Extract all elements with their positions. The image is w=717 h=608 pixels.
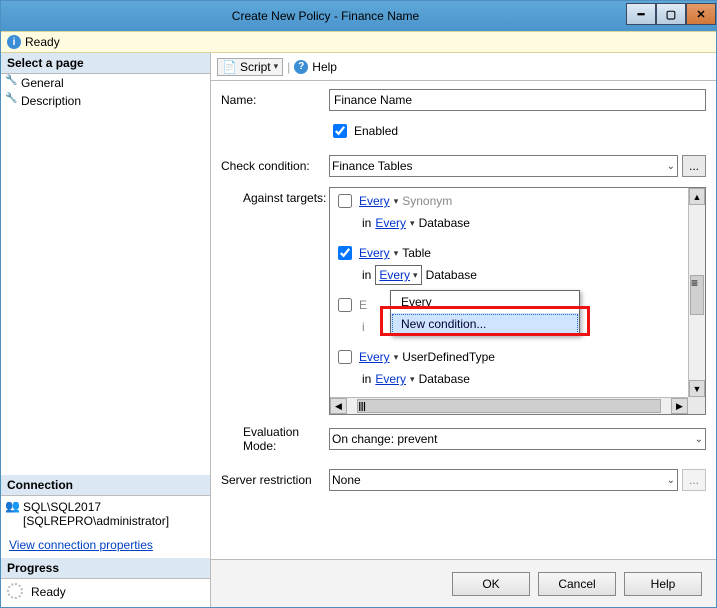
check-condition-browse-button[interactable]: ... xyxy=(682,155,706,177)
toolbar: 📄 Script ▾ | ? Help xyxy=(211,53,716,81)
target-database-text: Database xyxy=(419,372,470,386)
target-every-combo[interactable]: Every ▾ xyxy=(375,265,421,285)
chevron-down-icon: ⌄ xyxy=(667,475,675,486)
chevron-down-icon: ▾ xyxy=(274,61,279,72)
scroll-up-icon[interactable]: ▲ xyxy=(689,188,705,205)
enabled-label: Enabled xyxy=(354,124,398,138)
target-every-link[interactable]: Every xyxy=(375,372,406,386)
window-title: Create New Policy - Finance Name xyxy=(25,9,626,23)
connection-server: SQL\SQL2017 xyxy=(23,500,204,514)
chevron-down-icon: ▾ xyxy=(394,352,399,363)
targets-box: Every ▾ Synonym in Every ▾ Database xyxy=(329,187,706,415)
connection-user: [SQLREPRO\administrator] xyxy=(23,514,204,528)
target-hidden-checkbox[interactable] xyxy=(338,298,352,312)
name-label: Name: xyxy=(221,93,329,107)
chevron-down-icon: ▾ xyxy=(410,374,415,385)
evaluation-mode-value: On change: prevent xyxy=(332,432,437,446)
chevron-down-icon: ⌄ xyxy=(667,161,675,172)
targets-hscroll[interactable]: ◀ Ⅲ ▶ xyxy=(330,397,688,414)
cancel-button[interactable]: Cancel xyxy=(538,572,616,596)
server-restriction-select[interactable]: None ⌄ xyxy=(329,469,678,491)
vscroll-thumb[interactable]: ≡ xyxy=(690,275,704,315)
every-dropdown[interactable]: Every New condition... xyxy=(390,290,580,336)
connection-header: Connection xyxy=(1,475,210,496)
help-label[interactable]: Help xyxy=(312,60,337,74)
help-button[interactable]: Help xyxy=(624,572,702,596)
info-icon: i xyxy=(7,35,21,49)
server-restriction-browse-button: ... xyxy=(682,469,706,491)
enabled-checkbox[interactable] xyxy=(333,124,347,138)
connection-info: SQL\SQL2017 [SQLREPRO\administrator] xyxy=(1,496,210,532)
dropdown-opt-every[interactable]: Every xyxy=(391,291,579,313)
server-restriction-value: None xyxy=(332,473,361,487)
targets-vscroll[interactable]: ▲ ≡ ▼ xyxy=(688,188,705,397)
name-input[interactable] xyxy=(329,89,706,111)
minimize-button[interactable]: ━ xyxy=(626,3,656,25)
sidebar: Select a page General Description Connec… xyxy=(1,53,211,607)
target-udt-text: UserDefinedType xyxy=(402,350,495,364)
chevron-down-icon: ⌄ xyxy=(695,434,703,445)
progress-row: Ready xyxy=(1,579,210,607)
script-button[interactable]: 📄 Script ▾ xyxy=(217,58,283,76)
view-connection-link[interactable]: View connection properties xyxy=(1,532,210,558)
target-every-link[interactable]: Every xyxy=(359,194,390,208)
select-page-header: Select a page xyxy=(1,53,210,74)
target-every-link[interactable]: Every xyxy=(359,246,390,260)
check-condition-label: Check condition: xyxy=(221,159,329,173)
scroll-right-icon[interactable]: ▶ xyxy=(671,398,688,414)
target-database-text: Database xyxy=(419,216,470,230)
server-restriction-label: Server restriction xyxy=(221,473,329,487)
against-targets-label: Against targets: xyxy=(221,187,329,205)
close-button[interactable]: ✕ xyxy=(686,3,716,25)
dialog-footer: OK Cancel Help xyxy=(211,559,716,607)
in-text: in xyxy=(362,216,371,230)
target-table-checkbox[interactable] xyxy=(338,246,352,260)
target-synonym-checkbox[interactable] xyxy=(338,194,352,208)
sidebar-item-description[interactable]: Description xyxy=(1,92,210,110)
chevron-down-icon: ▾ xyxy=(413,270,418,281)
evaluation-mode-label: Evaluation Mode: xyxy=(221,425,329,453)
title-bar: Create New Policy - Finance Name ━ ▢ ✕ xyxy=(1,1,716,31)
chevron-down-icon: ▾ xyxy=(394,196,399,207)
ready-bar: i Ready xyxy=(1,31,716,53)
in-text: in xyxy=(362,372,371,386)
target-database-text: Database xyxy=(426,268,477,282)
chevron-down-icon: ▾ xyxy=(394,248,399,259)
target-every-link[interactable]: Every xyxy=(359,350,390,364)
target-synonym-text: Synonym xyxy=(402,194,452,208)
ready-text: Ready xyxy=(25,35,60,49)
in-text: in xyxy=(362,268,371,282)
target-table-text: Table xyxy=(402,246,431,260)
progress-header: Progress xyxy=(1,558,210,579)
progress-text: Ready xyxy=(31,585,66,599)
help-icon: ? xyxy=(294,60,308,74)
hscroll-thumb[interactable]: Ⅲ xyxy=(357,399,661,413)
ok-button[interactable]: OK xyxy=(452,572,530,596)
script-icon: 📄 xyxy=(222,60,237,74)
check-condition-select[interactable]: Finance Tables ⌄ xyxy=(329,155,678,177)
script-label: Script xyxy=(240,60,271,74)
target-every-link[interactable]: Every xyxy=(375,216,406,230)
sidebar-item-general[interactable]: General xyxy=(1,74,210,92)
chevron-down-icon: ▾ xyxy=(410,218,415,229)
target-udt-checkbox[interactable] xyxy=(338,350,352,364)
scroll-left-icon[interactable]: ◀ xyxy=(330,398,347,414)
spinner-icon xyxy=(7,583,23,599)
evaluation-mode-select[interactable]: On change: prevent ⌄ xyxy=(329,428,706,450)
check-condition-value: Finance Tables xyxy=(332,159,413,173)
dropdown-opt-new-condition[interactable]: New condition... xyxy=(391,313,579,335)
maximize-button[interactable]: ▢ xyxy=(656,3,686,25)
scroll-down-icon[interactable]: ▼ xyxy=(689,380,705,397)
